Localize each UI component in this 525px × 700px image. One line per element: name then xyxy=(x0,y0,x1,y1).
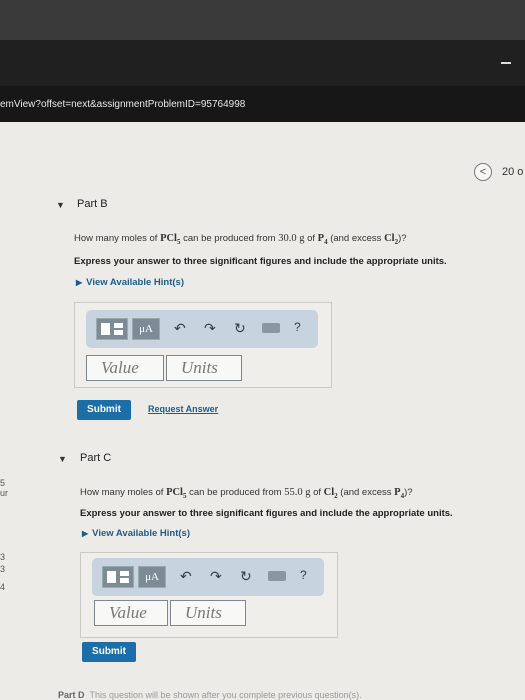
collapse-toggle-icon[interactable]: ▼ xyxy=(58,454,67,464)
chevron-left-icon: < xyxy=(479,166,487,178)
templates-icon[interactable] xyxy=(102,566,134,588)
minimize-icon[interactable] xyxy=(501,62,511,64)
part-c-submit-button[interactable]: Submit xyxy=(82,642,136,662)
collapse-toggle-icon[interactable]: ▼ xyxy=(56,200,65,210)
redo-icon[interactable]: ↷ xyxy=(210,568,222,585)
previous-button[interactable]: < xyxy=(474,163,492,181)
undo-icon[interactable]: ↶ xyxy=(174,320,186,337)
clipped-text: 3 xyxy=(0,552,6,562)
expand-triangle-icon: ▶ xyxy=(76,278,83,287)
url-text: emView?offset=next&assignmentProblemID=9… xyxy=(0,99,246,110)
help-icon[interactable]: ? xyxy=(300,568,307,582)
part-b-title: Part B xyxy=(77,198,108,210)
clipped-text: 5 xyxy=(0,478,6,488)
item-counter: 20 o xyxy=(502,166,524,178)
browser-chrome xyxy=(0,40,525,86)
part-b-value-input[interactable]: Value xyxy=(86,355,164,381)
clipped-text: 3 xyxy=(0,564,6,574)
help-icon[interactable]: ? xyxy=(294,320,301,334)
request-answer-link[interactable]: Request Answer xyxy=(148,404,218,414)
part-b-submit-button[interactable]: Submit xyxy=(77,400,131,420)
left-clipped-strip: 5 ur 3 3 4 xyxy=(0,122,12,700)
part-b-math-toolbar: μA ↶ ↷ ↻ ? xyxy=(86,310,318,348)
part-c-math-toolbar: μA ↶ ↷ ↻ ? xyxy=(92,558,324,596)
part-c-hint-link[interactable]: ▶ View Available Hint(s) xyxy=(82,528,190,539)
clipped-text: 4 xyxy=(0,582,6,592)
address-bar[interactable]: emView?offset=next&assignmentProblemID=9… xyxy=(0,86,525,122)
part-b-units-input[interactable]: Units xyxy=(166,355,242,381)
units-symbol-button[interactable]: μA xyxy=(138,566,166,588)
expand-triangle-icon: ▶ xyxy=(82,529,89,538)
reset-icon[interactable]: ↻ xyxy=(234,320,246,337)
redo-icon[interactable]: ↷ xyxy=(204,320,216,337)
keyboard-icon[interactable] xyxy=(262,323,280,333)
part-c-instruction: Express your answer to three significant… xyxy=(80,508,453,519)
templates-icon[interactable] xyxy=(96,318,128,340)
part-c-title: Part C xyxy=(80,452,112,464)
clipped-text: ur xyxy=(0,488,9,498)
top-bezel xyxy=(0,0,525,40)
part-d-notice: Part D This question will be shown after… xyxy=(58,690,362,700)
part-c-question: How many moles of PCl5 can be produced f… xyxy=(80,487,413,501)
units-symbol-button[interactable]: μA xyxy=(132,318,160,340)
part-c-units-input[interactable]: Units xyxy=(170,600,246,626)
reset-icon[interactable]: ↻ xyxy=(240,568,252,585)
part-b-question: How many moles of PCl5 can be produced f… xyxy=(74,233,407,247)
part-b-hint-link[interactable]: ▶ View Available Hint(s) xyxy=(76,277,184,288)
part-c-value-input[interactable]: Value xyxy=(94,600,168,626)
keyboard-icon[interactable] xyxy=(268,571,286,581)
undo-icon[interactable]: ↶ xyxy=(180,568,192,585)
part-b-instruction: Express your answer to three significant… xyxy=(74,256,447,267)
